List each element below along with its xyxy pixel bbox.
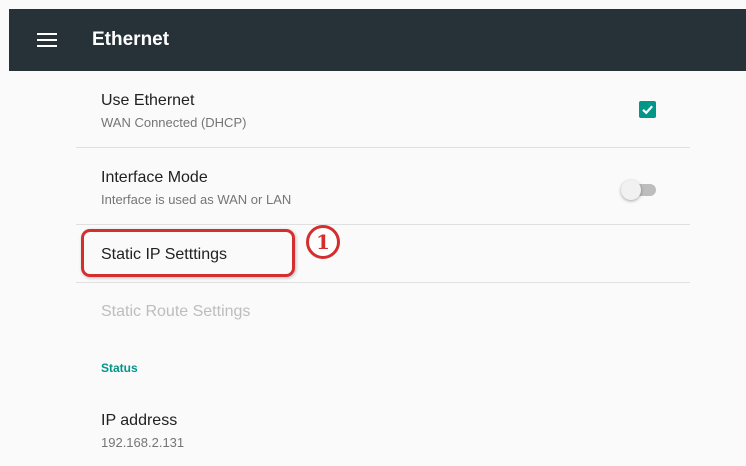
- status-section-header: Status: [101, 361, 138, 375]
- setting-title: Static IP Setttings: [101, 246, 227, 263]
- setting-title: Static Route Settings: [101, 303, 251, 320]
- settings-list: Use Ethernet WAN Connected (DHCP) Interf…: [76, 71, 690, 450]
- switch-thumb[interactable]: [621, 180, 641, 200]
- ip-address-label: IP address: [101, 412, 178, 429]
- app-bar: Ethernet: [9, 9, 746, 71]
- ip-address-item: IP address 192.168.2.131: [76, 397, 690, 465]
- setting-use-ethernet[interactable]: Use Ethernet WAN Connected (DHCP): [76, 71, 690, 148]
- setting-summary: WAN Connected (DHCP): [101, 115, 247, 130]
- hamburger-menu-icon[interactable]: [37, 33, 57, 47]
- setting-interface-mode[interactable]: Interface Mode Interface is used as WAN …: [76, 148, 690, 225]
- checkmark-icon: [642, 105, 654, 115]
- use-ethernet-checkbox[interactable]: [639, 101, 656, 118]
- setting-title: Interface Mode: [101, 169, 208, 186]
- setting-title: Use Ethernet: [101, 92, 195, 109]
- setting-summary: Interface is used as WAN or LAN: [101, 192, 292, 207]
- setting-static-ip[interactable]: Static IP Setttings: [76, 225, 690, 283]
- ip-address-value: 192.168.2.131: [101, 435, 185, 450]
- annotation-number-badge: 1: [306, 225, 340, 259]
- page-title: Ethernet: [92, 29, 170, 50]
- setting-static-route: Static Route Settings: [76, 283, 690, 340]
